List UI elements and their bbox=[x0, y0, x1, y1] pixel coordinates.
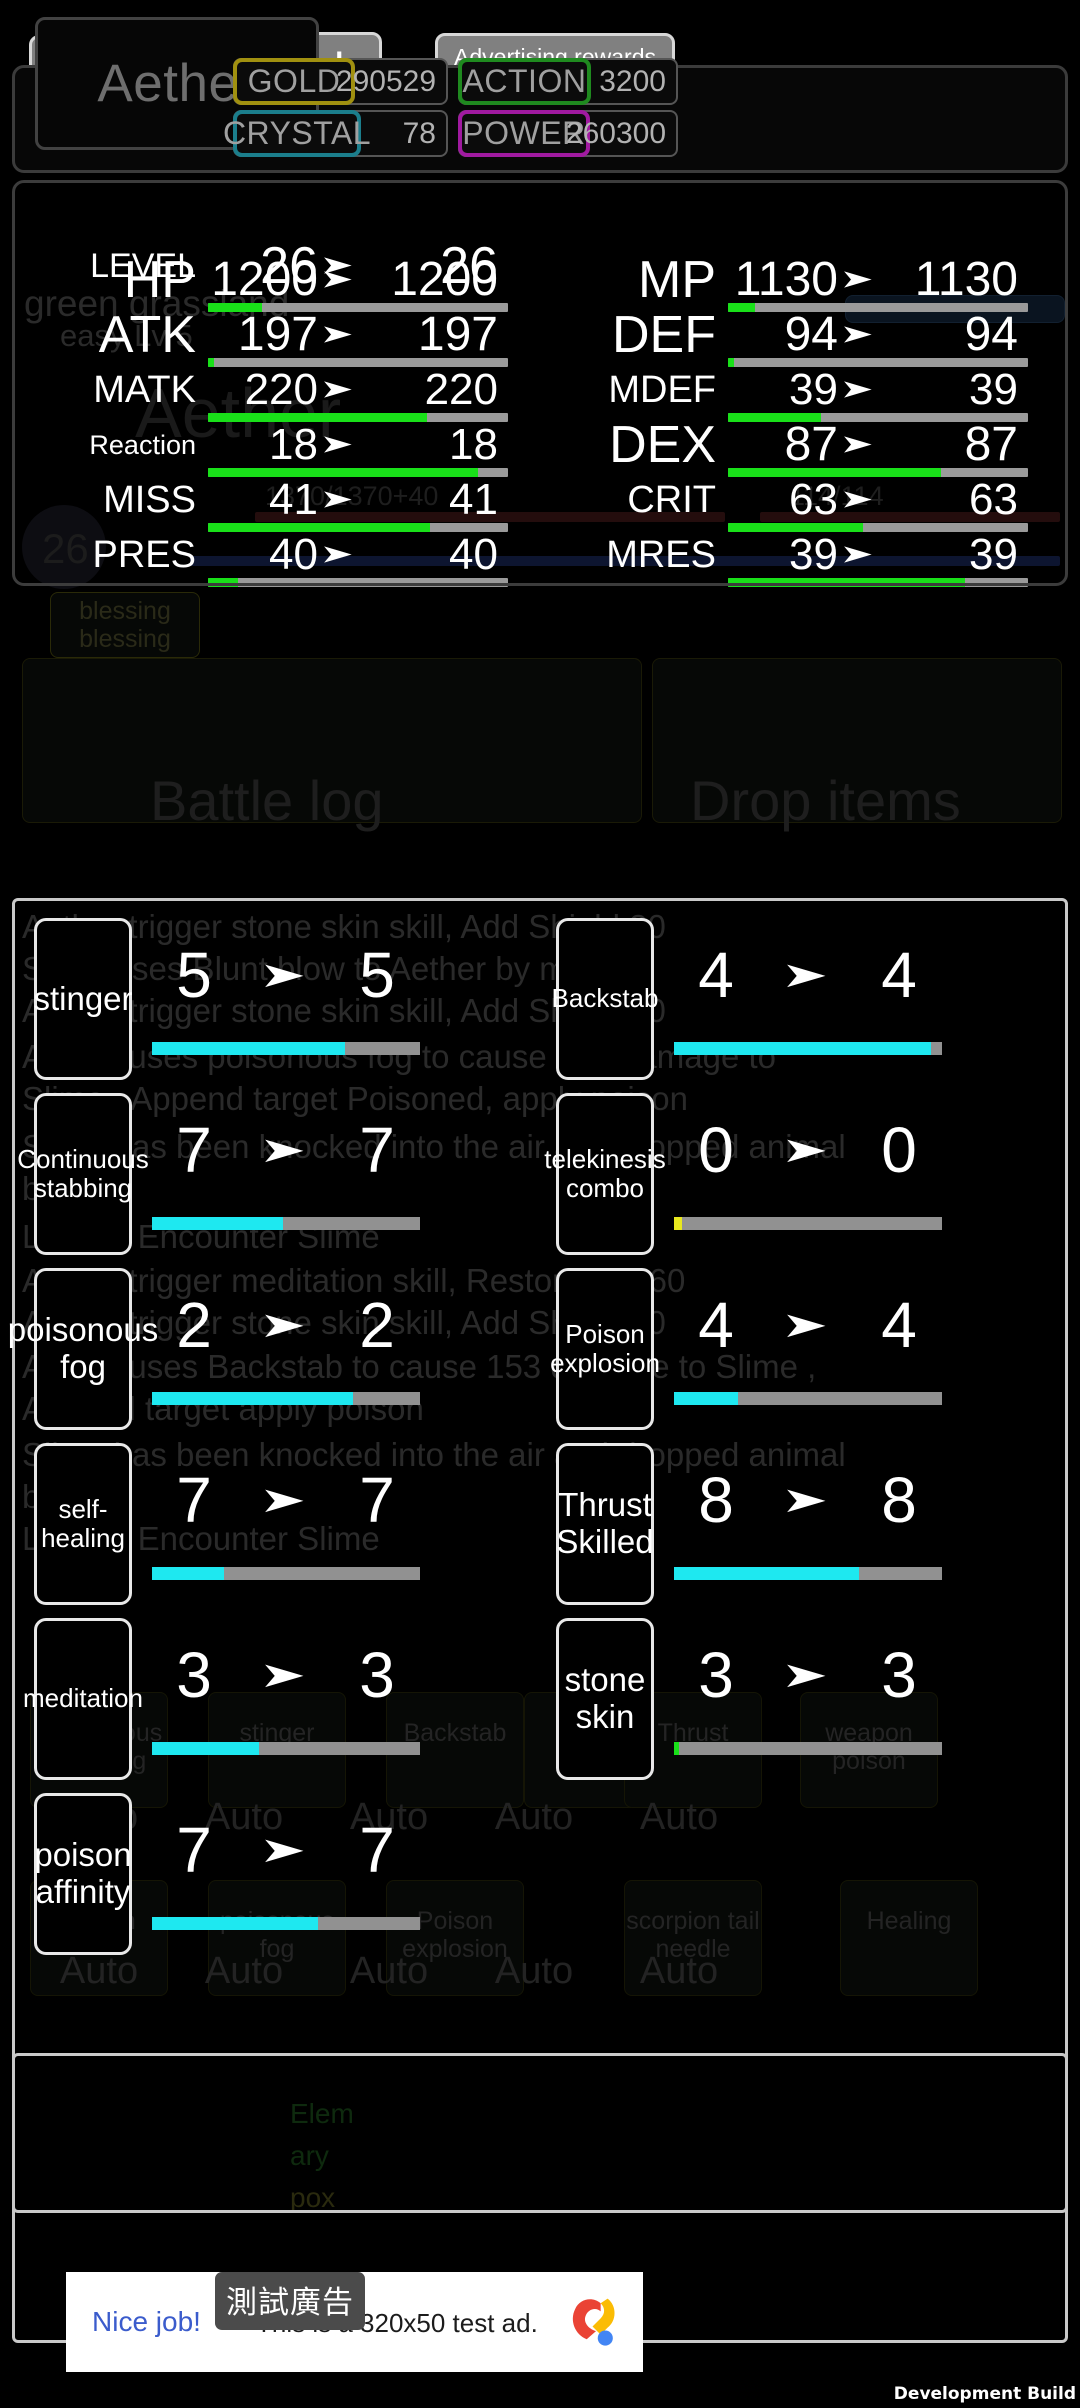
skill-cell[interactable]: Continuous stabbing 7 ➤ 7 bbox=[17, 1087, 534, 1263]
skill-progress-bar bbox=[152, 1217, 420, 1230]
ad-test-label: 測試廣告 bbox=[215, 2272, 365, 2330]
resource-value-crystal: 78 bbox=[402, 116, 436, 150]
skill-arrow-icon: ➤ bbox=[781, 1654, 829, 1695]
skill-name-box[interactable]: meditation bbox=[23, 1618, 143, 1780]
skill-name-box[interactable]: Thrust Skilled bbox=[556, 1443, 654, 1605]
skill-level-from: 3 bbox=[698, 1639, 734, 1711]
skill-name: Poison explosion bbox=[550, 1318, 660, 1378]
stat-to-level: 26 bbox=[440, 237, 498, 295]
skill-name-box[interactable]: Poison explosion bbox=[550, 1268, 660, 1430]
skill-level-from: 3 bbox=[176, 1639, 212, 1711]
game-screen: green grassland easy Lv 5 Aether 1370/13… bbox=[0, 0, 1080, 2408]
skill-cell[interactable]: Thrust Skilled 8 ➤ 8 bbox=[544, 1437, 1056, 1613]
skill-level-to: 7 bbox=[359, 1814, 395, 1886]
resource-value-power: 260300 bbox=[565, 116, 666, 150]
skill-cell[interactable]: Backstab 4 ➤ 4 bbox=[544, 912, 1056, 1088]
skill-level-from: 8 bbox=[698, 1464, 734, 1536]
skill-cell[interactable]: poisonous fog 2 ➤ 2 bbox=[8, 1262, 534, 1438]
skill-cell[interactable]: telekinesis combo 0 ➤ 0 bbox=[544, 1087, 1056, 1263]
skill-cell[interactable]: meditation 3 ➤ 3 bbox=[22, 1612, 534, 1788]
skill-name-box[interactable]: Backstab bbox=[552, 918, 658, 1080]
skill-arrow-icon: ➤ bbox=[781, 1479, 829, 1520]
skill-level-to: 5 bbox=[359, 939, 395, 1011]
skill-level-from: 7 bbox=[176, 1114, 212, 1186]
skill-level-to: 4 bbox=[881, 939, 917, 1011]
bg-dropitems-title: Drop items bbox=[690, 769, 961, 832]
skill-level-to: 4 bbox=[881, 1289, 917, 1361]
skill-name-box[interactable]: self-healing bbox=[34, 1443, 132, 1605]
stat-row-level: LEVEL 26 ➤ 26 bbox=[18, 240, 528, 292]
skill-cell[interactable]: self-healing 7 ➤ 7 bbox=[22, 1437, 534, 1613]
skill-level-from: 2 bbox=[176, 1289, 212, 1361]
resource-value-gold: 290529 bbox=[335, 64, 436, 98]
bg-dropitems-box bbox=[652, 658, 1062, 823]
skill-level-from: 4 bbox=[698, 1289, 734, 1361]
skill-name-box[interactable]: poisonous fog bbox=[8, 1268, 158, 1430]
skill-progress-bar bbox=[152, 1567, 420, 1580]
skill-progress-bar bbox=[152, 1042, 420, 1055]
skill-name-box[interactable]: telekinesis combo bbox=[544, 1093, 666, 1255]
stat-from-level: 26 bbox=[260, 237, 318, 295]
skill-name: Thrust Skilled bbox=[556, 1486, 654, 1560]
skill-arrow-icon: ➤ bbox=[259, 954, 307, 995]
bg-battlelog-title: Battle log bbox=[150, 769, 384, 832]
skill-name: Backstab bbox=[551, 983, 659, 1014]
skill-level-from: 7 bbox=[176, 1464, 212, 1536]
skill-level-to: 8 bbox=[881, 1464, 917, 1536]
skill-name: Continuous stabbing bbox=[17, 1143, 149, 1203]
skill-name: stinger bbox=[33, 979, 133, 1017]
skill-level-from: 7 bbox=[176, 1814, 212, 1886]
skill-arrow-icon: ➤ bbox=[259, 1654, 307, 1695]
skill-arrow-icon: ➤ bbox=[259, 1304, 307, 1345]
skill-name: telekinesis combo bbox=[544, 1143, 666, 1203]
skill-cell[interactable]: Poison explosion 4 ➤ 4 bbox=[544, 1262, 1056, 1438]
skill-level-from: 0 bbox=[698, 1114, 734, 1186]
skill-level-to: 7 bbox=[359, 1464, 395, 1536]
skill-progress-bar bbox=[152, 1392, 420, 1405]
skill-name: poison affinity bbox=[34, 1836, 132, 1910]
skill-name-box[interactable]: Continuous stabbing bbox=[17, 1093, 149, 1255]
skill-level-to: 3 bbox=[881, 1639, 917, 1711]
skill-progress-bar bbox=[674, 1742, 942, 1755]
skill-level-to: 0 bbox=[881, 1114, 917, 1186]
skill-arrow-icon: ➤ bbox=[781, 1304, 829, 1345]
admob-logo-icon bbox=[572, 2298, 615, 2346]
skill-name-box[interactable]: stinger bbox=[33, 918, 133, 1080]
skill-progress-bar bbox=[674, 1042, 942, 1055]
skill-progress-bar bbox=[152, 1742, 420, 1755]
actions-panel bbox=[12, 2053, 1068, 2213]
skill-progress-bar bbox=[674, 1392, 942, 1405]
bg-battlelog-box bbox=[22, 658, 642, 823]
skill-level-from: 5 bbox=[176, 939, 212, 1011]
skill-level-to: 3 bbox=[359, 1639, 395, 1711]
skill-name: meditation bbox=[23, 1683, 143, 1714]
skill-arrow-icon: ➤ bbox=[259, 1829, 307, 1870]
resource-value-action: 3200 bbox=[599, 64, 666, 98]
skill-cell[interactable]: poison affinity 7 ➤ 7 bbox=[22, 1787, 534, 1963]
skill-arrow-icon: ➤ bbox=[781, 1129, 829, 1170]
skill-arrow-icon: ➤ bbox=[781, 954, 829, 995]
bg-blessing-label: blessing blessing bbox=[79, 597, 171, 653]
skill-name: stone skin bbox=[564, 1661, 646, 1735]
ad-headline: Nice job! bbox=[92, 2306, 201, 2337]
skill-progress-bar bbox=[674, 1567, 942, 1580]
skill-level-to: 2 bbox=[359, 1289, 395, 1361]
skill-arrow-icon: ➤ bbox=[259, 1479, 307, 1520]
skill-name-box[interactable]: stone skin bbox=[556, 1618, 654, 1780]
bg-blessing-box bbox=[50, 592, 200, 658]
development-build-watermark: Development Build bbox=[893, 2384, 1076, 2404]
skill-name-box[interactable]: poison affinity bbox=[34, 1793, 132, 1955]
skill-cell[interactable]: stone skin 3 ➤ 3 bbox=[544, 1612, 1056, 1788]
skill-arrow-icon: ➤ bbox=[259, 1129, 307, 1170]
skill-cell[interactable]: stinger 5 ➤ 5 bbox=[22, 912, 534, 1088]
stat-label-level: LEVEL bbox=[90, 247, 196, 285]
skill-progress-bar bbox=[674, 1217, 942, 1230]
skill-level-to: 7 bbox=[359, 1114, 395, 1186]
skill-progress-bar bbox=[152, 1917, 420, 1930]
skill-level-from: 4 bbox=[698, 939, 734, 1011]
skill-name: self-healing bbox=[41, 1493, 125, 1553]
